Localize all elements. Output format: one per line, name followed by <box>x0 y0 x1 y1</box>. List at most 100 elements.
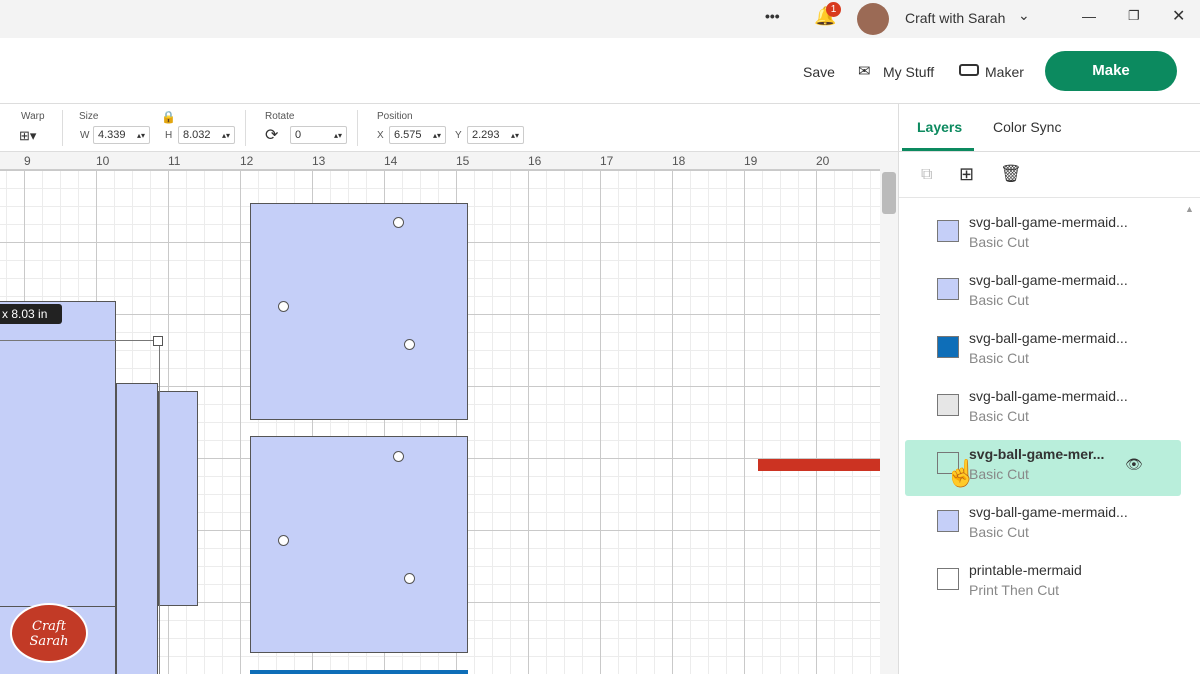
rotate-label: Rotate <box>265 111 295 122</box>
x-input[interactable]: 6.575 ▴▾ <box>389 126 446 144</box>
layer-item[interactable]: svg-ball-game-mermaid... Basic Cut <box>905 208 1181 264</box>
y-value: 2.293 <box>472 129 500 141</box>
spinner-icon[interactable]: ▴▾ <box>433 131 441 140</box>
maker-button[interactable]: Maker <box>985 64 1024 80</box>
rotate-input[interactable]: 0 ▴▾ <box>290 126 347 144</box>
hand-cursor-icon: ☝ <box>945 458 978 488</box>
layer-name: svg-ball-game-mer... <box>969 446 1105 462</box>
layer-thumbnail <box>937 220 959 242</box>
spinner-icon[interactable]: ▴▾ <box>137 131 145 140</box>
divider <box>899 197 1200 198</box>
canvas-scrollbar[interactable] <box>880 152 898 674</box>
notification-badge: 1 <box>826 2 841 17</box>
chevron-down-icon[interactable]: ⌄ <box>1018 7 1030 24</box>
layer-type: Print Then Cut <box>969 582 1060 598</box>
size-label: Size <box>79 111 99 122</box>
divider <box>357 110 358 146</box>
layer-type: Basic Cut <box>969 234 1029 250</box>
layers-panel: Layers Color Sync ⧉ ⊞ 🗑 ▲ svg-ball-game-… <box>898 104 1200 674</box>
hole <box>278 301 289 312</box>
title-bar: ••• 🔔 1 Craft with Sarah ⌄ — ❐ ✕ <box>0 0 1200 38</box>
minimize-button[interactable]: — <box>1082 8 1096 24</box>
hole <box>393 217 404 228</box>
ruler-tick-label: 12 <box>240 154 254 168</box>
blue-piece[interactable] <box>250 670 468 674</box>
hole <box>404 573 415 584</box>
my-stuff-button[interactable]: My Stuff <box>883 64 934 80</box>
layer-thumbnail <box>937 510 959 532</box>
hole <box>278 535 289 546</box>
account-name[interactable]: Craft with Sarah <box>905 10 1005 26</box>
group-icon[interactable]: ⧉ <box>921 166 932 184</box>
layer-name: printable-mermaid <box>969 562 1082 578</box>
tab-color-sync[interactable]: Color Sync <box>993 119 1061 135</box>
layer-type: Basic Cut <box>969 524 1029 540</box>
resize-handle[interactable] <box>153 336 163 346</box>
layer-item[interactable]: svg-ball-game-mermaid... Basic Cut <box>905 324 1181 380</box>
layer-type: Basic Cut <box>969 408 1029 424</box>
hole <box>393 451 404 462</box>
spinner-icon[interactable]: ▴▾ <box>511 131 519 140</box>
layer-type: Basic Cut <box>969 350 1029 366</box>
maker-icon <box>959 64 979 76</box>
avatar[interactable] <box>857 3 889 35</box>
layer-item[interactable]: svg-ball-game-mer... Basic Cut 👁 ☝ <box>905 440 1181 496</box>
width-input[interactable]: 4.339 ▴▾ <box>93 126 150 144</box>
warp-label: Warp <box>21 111 45 122</box>
spinner-icon[interactable]: ▴▾ <box>334 131 342 140</box>
spinner-icon[interactable]: ▴▾ <box>222 131 230 140</box>
trash-icon[interactable]: 🗑 <box>1000 164 1022 184</box>
width-value: 4.339 <box>98 129 126 141</box>
restore-button[interactable]: ❐ <box>1128 8 1140 24</box>
close-button[interactable]: ✕ <box>1172 6 1185 26</box>
scrollbar-thumb[interactable] <box>882 172 896 214</box>
height-label: H <box>165 130 173 141</box>
layer-item[interactable]: svg-ball-game-mermaid... Basic Cut <box>905 266 1181 322</box>
y-label: Y <box>455 130 462 141</box>
header: Save ✉ My Stuff Maker Make <box>0 38 1200 104</box>
logo: Craft Sarah <box>10 603 88 663</box>
layer-name: svg-ball-game-mermaid... <box>969 388 1128 404</box>
y-input[interactable]: 2.293 ▴▾ <box>467 126 524 144</box>
divider <box>62 110 63 146</box>
duplicate-icon[interactable]: ⊞ <box>959 164 974 185</box>
layer-item[interactable]: svg-ball-game-mermaid... Basic Cut <box>905 498 1181 554</box>
hole <box>404 339 415 350</box>
box-template-flap[interactable] <box>158 391 198 606</box>
inbox-icon: ✉ <box>858 63 871 80</box>
ruler-tick-label: 20 <box>816 154 830 168</box>
eye-icon[interactable]: 👁 <box>1125 456 1143 473</box>
edit-toolbar: Warp ⊞▾ Size 🔒 W 4.339 ▴▾ H 8.032 ▴▾ Rotat… <box>0 104 898 152</box>
layer-name: svg-ball-game-mermaid... <box>969 504 1128 520</box>
make-button[interactable]: Make <box>1045 51 1177 91</box>
lock-icon[interactable]: 🔒 <box>161 110 176 124</box>
scroll-up-icon[interactable]: ▲ <box>1185 204 1194 214</box>
layer-type: Basic Cut <box>969 466 1029 482</box>
ruler-tick-label: 11 <box>168 154 181 168</box>
tab-layers[interactable]: Layers <box>917 119 962 135</box>
layer-thumbnail <box>937 278 959 300</box>
rotate-value: 0 <box>295 129 302 141</box>
ruler-tick-label: 17 <box>600 154 614 168</box>
layer-name: svg-ball-game-mermaid... <box>969 330 1128 346</box>
layer-thumbnail <box>937 336 959 358</box>
width-label: W <box>80 130 90 141</box>
more-options-button[interactable]: ••• <box>765 8 780 24</box>
ruler-tick-label: 13 <box>312 154 326 168</box>
arrow-shaft <box>758 459 880 471</box>
x-value: 6.575 <box>394 129 422 141</box>
x-label: X <box>377 130 384 141</box>
divider <box>899 151 1200 152</box>
design-canvas[interactable]: x 8.03 in Craft Sarah <box>0 170 880 674</box>
ruler-tick-label: 19 <box>744 154 758 168</box>
save-button[interactable]: Save <box>803 64 835 80</box>
height-input[interactable]: 8.032 ▴▾ <box>178 126 235 144</box>
layer-item[interactable]: svg-ball-game-mermaid... Basic Cut <box>905 382 1181 438</box>
divider <box>245 110 246 146</box>
horizontal-ruler: 9 10 11 12 13 14 15 16 17 18 19 20 <box>0 152 880 170</box>
warp-icon[interactable]: ⊞▾ <box>19 128 36 144</box>
position-label: Position <box>377 111 413 122</box>
layer-item[interactable]: printable-mermaid Print Then Cut <box>905 556 1181 612</box>
ruler-tick-label: 14 <box>384 154 398 168</box>
layer-type: Basic Cut <box>969 292 1029 308</box>
